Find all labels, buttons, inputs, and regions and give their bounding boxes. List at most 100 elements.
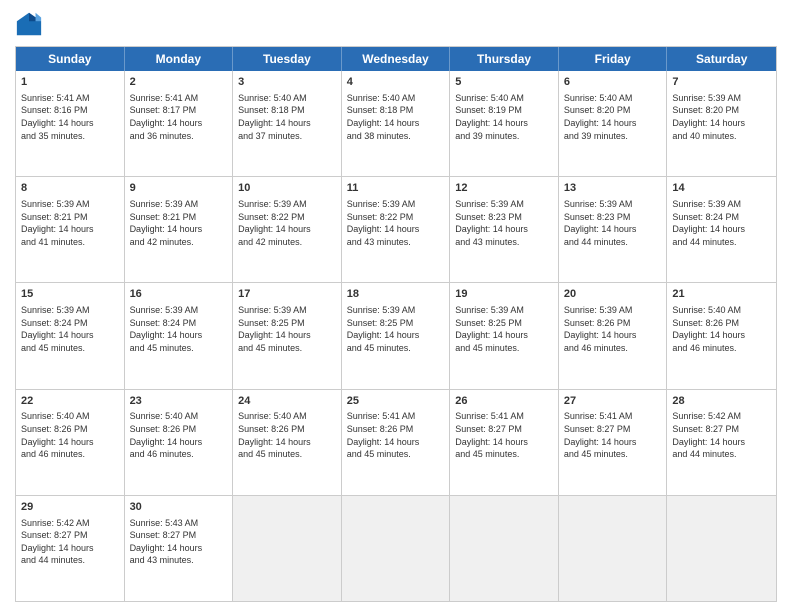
cell-info-line: Daylight: 14 hours [130,223,228,236]
calendar-cell: 29 Sunrise: 5:42 AMSunset: 8:27 PMDayligh… [16,496,125,601]
header-wednesday: Wednesday [342,47,451,71]
calendar-cell [559,496,668,601]
cell-info-line: Sunset: 8:26 PM [564,317,662,330]
day-number: 1 [21,75,119,90]
day-number: 8 [21,181,119,196]
cell-info-line: Sunrise: 5:39 AM [455,198,553,211]
day-number: 21 [672,287,771,302]
calendar-cell: 7Sunrise: 5:39 AMSunset: 8:20 PMDaylight… [667,71,776,176]
page: Sunday Monday Tuesday Wednesday Thursday… [0,0,792,612]
cell-info-line: Daylight: 14 hours [130,117,228,130]
calendar-cell: 20Sunrise: 5:39 AMSunset: 8:26 PMDayligh… [559,283,668,388]
cell-info-line: and 45 minutes. [347,448,445,461]
day-number: 29 [21,500,119,515]
header-thursday: Thursday [450,47,559,71]
cell-info-line: and 39 minutes. [564,130,662,143]
cell-info-line: Sunrise: 5:40 AM [347,92,445,105]
cell-info-line: Sunset: 8:26 PM [347,423,445,436]
cell-info-line: Daylight: 14 hours [347,436,445,449]
day-number: 17 [238,287,336,302]
cell-info-line: Sunrise: 5:39 AM [21,198,119,211]
cell-info-line: Daylight: 14 hours [564,223,662,236]
cell-info-line: Sunset: 8:25 PM [238,317,336,330]
cell-info-line: and 42 minutes. [130,236,228,249]
cell-info-line: Sunset: 8:27 PM [455,423,553,436]
calendar-cell: 5Sunrise: 5:40 AMSunset: 8:19 PMDaylight… [450,71,559,176]
calendar-cell: 15Sunrise: 5:39 AMSunset: 8:24 PMDayligh… [16,283,125,388]
calendar-cell: 27Sunrise: 5:41 AMSunset: 8:27 PMDayligh… [559,390,668,495]
cell-info-line: Sunset: 8:27 PM [21,529,119,542]
cell-info-line: Daylight: 14 hours [455,436,553,449]
calendar-row-4: 22Sunrise: 5:40 AMSunset: 8:26 PMDayligh… [16,390,776,496]
cell-info-line: Daylight: 14 hours [130,542,228,555]
cell-info-line: Sunrise: 5:43 AM [130,517,228,530]
day-number: 10 [238,181,336,196]
logo-icon [15,10,43,38]
cell-info-line: Daylight: 14 hours [672,329,771,342]
day-number: 22 [21,394,119,409]
header-tuesday: Tuesday [233,47,342,71]
calendar-cell: 12Sunrise: 5:39 AMSunset: 8:23 PMDayligh… [450,177,559,282]
calendar-cell: 2Sunrise: 5:41 AMSunset: 8:17 PMDaylight… [125,71,234,176]
cell-info-line: and 45 minutes. [455,342,553,355]
calendar-cell: 23Sunrise: 5:40 AMSunset: 8:26 PMDayligh… [125,390,234,495]
cell-info-line: and 43 minutes. [347,236,445,249]
day-number: 24 [238,394,336,409]
cell-info-line: and 45 minutes. [21,342,119,355]
cell-info-line: and 42 minutes. [238,236,336,249]
cell-info-line: Sunrise: 5:39 AM [130,304,228,317]
day-number: 23 [130,394,228,409]
calendar-cell: 11Sunrise: 5:39 AMSunset: 8:22 PMDayligh… [342,177,451,282]
calendar-cell [667,496,776,601]
cell-info-line: Daylight: 14 hours [564,117,662,130]
calendar-cell: 9Sunrise: 5:39 AMSunset: 8:21 PMDaylight… [125,177,234,282]
cell-info-line: and 45 minutes. [347,342,445,355]
cell-info-line: Sunrise: 5:39 AM [130,198,228,211]
cell-info-line: Sunrise: 5:41 AM [347,410,445,423]
cell-info-line: Sunrise: 5:39 AM [672,198,771,211]
cell-info-line: Sunset: 8:20 PM [672,104,771,117]
cell-info-line: Sunrise: 5:40 AM [130,410,228,423]
cell-info-line: Daylight: 14 hours [130,436,228,449]
cell-info-line: and 44 minutes. [21,554,119,567]
cell-info-line: Daylight: 14 hours [238,436,336,449]
cell-info-line: Sunset: 8:26 PM [238,423,336,436]
cell-info-line: Sunset: 8:17 PM [130,104,228,117]
calendar-cell: 21Sunrise: 5:40 AMSunset: 8:26 PMDayligh… [667,283,776,388]
day-number: 20 [564,287,662,302]
header-saturday: Saturday [667,47,776,71]
cell-info-line: Daylight: 14 hours [347,117,445,130]
day-number: 26 [455,394,553,409]
cell-info-line: Sunrise: 5:40 AM [672,304,771,317]
day-number: 25 [347,394,445,409]
cell-info-line: Sunrise: 5:39 AM [347,304,445,317]
cell-info-line: Daylight: 14 hours [21,223,119,236]
cell-info-line: Sunset: 8:22 PM [238,211,336,224]
cell-info-line: Daylight: 14 hours [21,542,119,555]
cell-info-line: Sunset: 8:19 PM [455,104,553,117]
cell-info-line: Sunset: 8:26 PM [21,423,119,436]
cell-info-line: Sunrise: 5:42 AM [21,517,119,530]
cell-info-line: and 44 minutes. [672,236,771,249]
cell-info-line: Sunset: 8:27 PM [672,423,771,436]
calendar-cell: 24Sunrise: 5:40 AMSunset: 8:26 PMDayligh… [233,390,342,495]
cell-info-line: Sunset: 8:26 PM [130,423,228,436]
calendar-cell: 16Sunrise: 5:39 AMSunset: 8:24 PMDayligh… [125,283,234,388]
day-number: 3 [238,75,336,90]
cell-info-line: Daylight: 14 hours [455,329,553,342]
calendar-row-5: 29Sunrise: 5:42 AMSunset: 8:27 PMDayligh… [16,496,776,601]
cell-info-line: Sunset: 8:22 PM [347,211,445,224]
day-number: 4 [347,75,445,90]
calendar-cell: 19Sunrise: 5:39 AMSunset: 8:25 PMDayligh… [450,283,559,388]
cell-info-line: and 46 minutes. [672,342,771,355]
cell-info-line: Sunrise: 5:39 AM [238,198,336,211]
cell-info-line: Sunset: 8:27 PM [564,423,662,436]
day-number: 2 [130,75,228,90]
logo [15,10,47,38]
header-monday: Monday [125,47,234,71]
cell-info-line: and 43 minutes. [130,554,228,567]
cell-info-line: Sunrise: 5:39 AM [564,304,662,317]
cell-info-line: Sunset: 8:20 PM [564,104,662,117]
cell-info-line: Sunset: 8:25 PM [455,317,553,330]
calendar-cell: 18Sunrise: 5:39 AMSunset: 8:25 PMDayligh… [342,283,451,388]
